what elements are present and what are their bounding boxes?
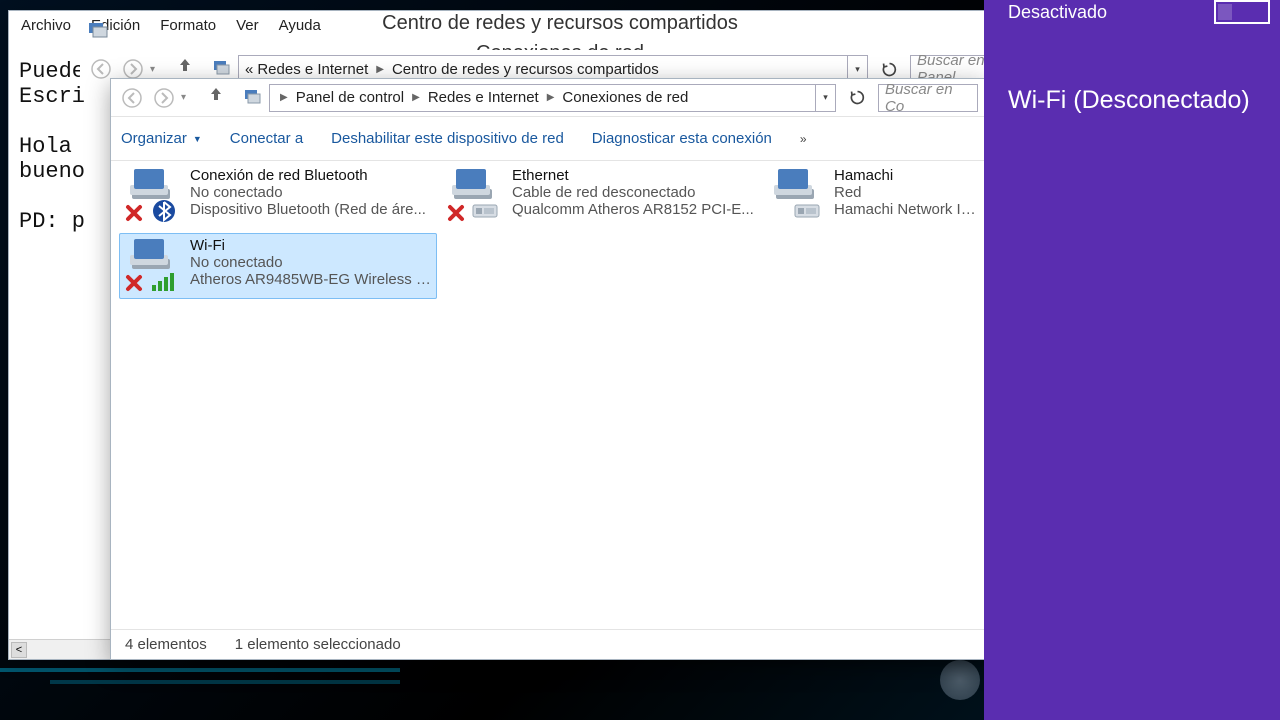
airplane-mode-label: Desactivado [1008, 2, 1107, 23]
network-connections-window: ▾ ▶ Panel de control ▶ Redes e Internet … [110, 78, 985, 660]
address-bar[interactable]: ▶ Panel de control ▶ Redes e Internet ▶ … [269, 84, 816, 112]
search-input[interactable]: Buscar en Co [878, 84, 978, 112]
refresh-button[interactable] [842, 84, 872, 112]
control-panel-icon [243, 87, 265, 109]
menu-help[interactable]: Ayuda [269, 15, 331, 36]
organize-label: Organizar [121, 130, 187, 147]
desktop-decoration [940, 660, 980, 700]
toggle-knob [1218, 4, 1232, 20]
adapter-item-wifi[interactable]: Wi-Fi No conectado Atheros AR9485WB-EG W… [119, 233, 437, 299]
forward-button[interactable] [149, 84, 179, 112]
adapter-texts: Hamachi Red Hamachi Network Int... [834, 167, 978, 218]
wifi-signal-icon [150, 269, 178, 293]
adapter-status: Red [834, 184, 978, 201]
disconnected-x-icon [124, 273, 144, 293]
disable-device-button[interactable]: Deshabilitar este dispositivo de red [331, 130, 564, 147]
adapter-device: Qualcomm Atheros AR8152 PCI-E... [512, 201, 754, 218]
adapter-name: Hamachi [834, 167, 978, 184]
menu-file[interactable]: Archivo [11, 15, 81, 36]
chevron-right-icon: ▶ [406, 92, 426, 103]
chevron-right-icon: ▶ [541, 92, 561, 103]
status-bar: 4 elementos 1 elemento seleccionado [111, 629, 984, 659]
wifi-section-title: Wi-Fi (Desconectado) [1008, 38, 1280, 115]
adapter-icon-group [124, 237, 184, 293]
nic-card-icon [794, 199, 822, 223]
adapter-status: Cable de red desconectado [512, 184, 754, 201]
bluetooth-icon [150, 199, 178, 223]
breadcrumb[interactable]: Panel de control [294, 89, 406, 106]
adapter-icon-group [768, 167, 828, 223]
disconnected-x-icon [446, 203, 466, 223]
back-button[interactable] [117, 84, 147, 112]
adapter-item-bluetooth[interactable]: Conexión de red Bluetooth No conectado D… [119, 163, 437, 229]
diagnose-connection-button[interactable]: Diagnosticar esta conexión [592, 130, 772, 147]
overflow-chevron-icon[interactable]: » [800, 132, 807, 146]
adapter-texts: Ethernet Cable de red desconectado Qualc… [512, 167, 754, 218]
desktop-decoration [0, 668, 400, 672]
disconnected-x-icon [124, 203, 144, 223]
adapter-device: Atheros AR9485WB-EG Wireless N... [190, 271, 432, 288]
airplane-mode-row: Desactivado [1008, 0, 1280, 38]
adapter-texts: Wi-Fi No conectado Atheros AR9485WB-EG W… [190, 237, 432, 288]
menu-view[interactable]: Ver [226, 15, 269, 36]
airplane-mode-toggle[interactable] [1214, 0, 1270, 24]
breadcrumb[interactable]: Conexiones de red [560, 89, 690, 106]
adapter-item-hamachi[interactable]: Hamachi Red Hamachi Network Int... [763, 163, 983, 229]
adapter-device: Hamachi Network Int... [834, 201, 978, 218]
notepad-text[interactable]: Puede Escri Hola bueno PD: p [19, 59, 85, 234]
nic-card-icon [472, 199, 500, 223]
adapter-texts: Conexión de red Bluetooth No conectado D… [190, 167, 432, 218]
organize-menu[interactable]: Organizar ▼ [121, 130, 202, 147]
desktop-decoration [50, 680, 400, 684]
window-icon [87, 19, 111, 43]
scroll-left-button[interactable]: < [11, 642, 27, 658]
nav-history-dropdown[interactable]: ▾ [181, 92, 195, 103]
connect-to-button[interactable]: Conectar a [230, 130, 303, 147]
adapters-list[interactable]: Conexión de red Bluetooth No conectado D… [111, 161, 984, 629]
menu-format[interactable]: Formato [150, 15, 226, 36]
address-bar-row: ▾ ▶ Panel de control ▶ Redes e Internet … [111, 79, 984, 117]
adapter-name: Conexión de red Bluetooth [190, 167, 432, 184]
chevron-right-icon: ▶ [274, 92, 294, 103]
address-dropdown[interactable]: ▾ [816, 84, 836, 112]
adapter-item-ethernet[interactable]: Ethernet Cable de red desconectado Qualc… [441, 163, 759, 229]
adapter-device: Dispositivo Bluetooth (Red de áre... [190, 201, 432, 218]
adapter-status: No conectado [190, 184, 432, 201]
adapter-icon-group [446, 167, 506, 223]
notepad-menubar: Archivo Edición Formato Ver Ayuda [9, 11, 987, 39]
adapter-icon-group [124, 167, 184, 223]
adapter-name: Ethernet [512, 167, 754, 184]
breadcrumb[interactable]: Redes e Internet [426, 89, 541, 106]
networks-flyout[interactable]: Desactivado Wi-Fi (Desconectado) [984, 0, 1280, 720]
command-bar: Organizar ▼ Conectar a Deshabilitar este… [111, 117, 984, 161]
selection-count: 1 elemento seleccionado [235, 636, 401, 653]
adapter-status: No conectado [190, 254, 432, 271]
adapter-name: Wi-Fi [190, 237, 432, 254]
up-button[interactable] [207, 85, 233, 111]
chevron-down-icon: ▼ [193, 134, 202, 144]
item-count: 4 elementos [125, 636, 207, 653]
